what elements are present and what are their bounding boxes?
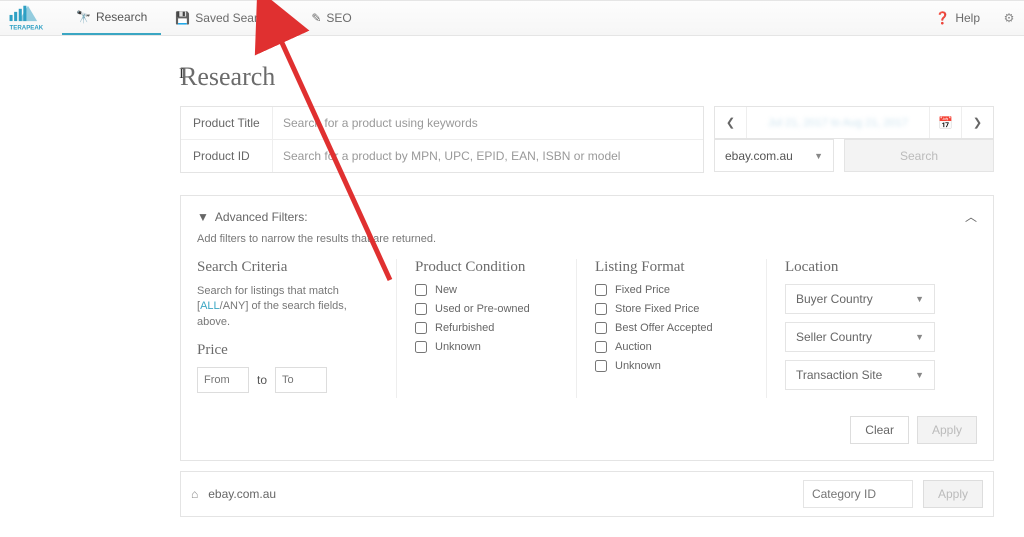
date-range-picker: ❮ Jul 21, 2017 to Aug 21, 2017 📅 ❯	[714, 106, 994, 139]
location-heading: Location	[785, 259, 959, 276]
text-cursor-icon: I	[179, 66, 184, 83]
search-button[interactable]: Search	[844, 139, 994, 172]
collapse-button[interactable]: ︿	[965, 208, 977, 225]
nav-help-label: Help	[955, 11, 980, 25]
filter-icon: ▼	[197, 210, 209, 224]
home-icon[interactable]: ⌂	[191, 487, 198, 501]
date-range-display[interactable]: Jul 21, 2017 to Aug 21, 2017	[747, 107, 929, 138]
price-to-word: to	[257, 373, 267, 387]
price-heading: Price	[197, 342, 378, 359]
clear-button[interactable]: Clear	[850, 416, 909, 444]
advanced-filters-title: Advanced Filters:	[215, 210, 308, 224]
format-store-fixed[interactable]: Store Fixed Price	[595, 303, 748, 315]
help-icon: ❓	[935, 11, 950, 25]
settings-button[interactable]: ⚙	[994, 1, 1024, 35]
page-title: Research	[180, 62, 994, 92]
nav-saved-label: Saved Searches	[195, 11, 283, 25]
category-bar: ⌂ ebay.com.au Apply	[180, 471, 994, 517]
match-any-link[interactable]: ANY	[223, 300, 246, 312]
gear-icon: ⚙	[1004, 11, 1015, 25]
search-fields-panel: Product Title Product ID	[180, 106, 704, 173]
advanced-filters-subtitle: Add filters to narrow the results that a…	[197, 233, 977, 245]
svg-text:TERAPEAK: TERAPEAK	[10, 25, 44, 32]
nav-research-label: Research	[96, 10, 147, 24]
product-title-input[interactable]	[273, 107, 703, 139]
condition-heading: Product Condition	[415, 259, 558, 276]
caret-down-icon: ▼	[915, 370, 924, 380]
pencil-icon: ✎	[311, 11, 321, 25]
nav-seo[interactable]: ✎ SEO	[297, 1, 365, 35]
nav-research[interactable]: 🔭 Research	[62, 1, 161, 35]
product-id-label: Product ID	[181, 140, 273, 172]
condition-column: Product Condition New Used or Pre-owned …	[397, 259, 577, 398]
seller-country-dropdown[interactable]: Seller Country▼	[785, 322, 935, 352]
condition-refurbished[interactable]: Refurbished	[415, 322, 558, 334]
date-next-button[interactable]: ❯	[961, 107, 993, 138]
format-column: Listing Format Fixed Price Store Fixed P…	[577, 259, 767, 398]
condition-used[interactable]: Used or Pre-owned	[415, 303, 558, 315]
site-selected-label: ebay.com.au	[725, 149, 793, 163]
caret-down-icon: ▼	[814, 151, 823, 161]
nav-saved-searches[interactable]: 💾 Saved Searches	[161, 1, 297, 35]
calendar-icon[interactable]: 📅	[929, 107, 961, 138]
category-id-input[interactable]	[803, 480, 913, 508]
format-fixed[interactable]: Fixed Price	[595, 284, 748, 296]
top-nav: TERAPEAK 🔭Research 💾Saved Searches ✎SEO …	[0, 0, 1024, 36]
apply-filters-button[interactable]: Apply	[917, 416, 977, 444]
format-unknown[interactable]: Unknown	[595, 360, 748, 372]
match-all-link[interactable]: ALL	[200, 300, 220, 312]
condition-unknown[interactable]: Unknown	[415, 341, 558, 353]
condition-new[interactable]: New	[415, 284, 558, 296]
site-dropdown[interactable]: ebay.com.au ▼	[714, 139, 834, 172]
date-prev-button[interactable]: ❮	[715, 107, 747, 138]
search-criteria-column: Search Criteria Search for listings that…	[197, 259, 397, 398]
transaction-site-dropdown[interactable]: Transaction Site▼	[785, 360, 935, 390]
product-title-label: Product Title	[181, 107, 273, 139]
brand-logo: TERAPEAK	[0, 1, 62, 35]
product-id-input[interactable]	[273, 140, 703, 172]
nav-help[interactable]: ❓ Help	[921, 1, 994, 35]
advanced-filters-panel: ▼ Advanced Filters: ︿ Add filters to narr…	[180, 195, 994, 461]
format-heading: Listing Format	[595, 259, 748, 276]
caret-down-icon: ▼	[915, 332, 924, 342]
binoculars-icon: 🔭	[76, 10, 91, 24]
caret-down-icon: ▼	[915, 294, 924, 304]
search-criteria-heading: Search Criteria	[197, 259, 378, 276]
price-to-input[interactable]	[275, 367, 327, 393]
location-column: Location Buyer Country▼ Seller Country▼ …	[767, 259, 977, 398]
crumb-site[interactable]: ebay.com.au	[208, 487, 793, 501]
buyer-country-dropdown[interactable]: Buyer Country▼	[785, 284, 935, 314]
price-from-input[interactable]	[197, 367, 249, 393]
format-auction[interactable]: Auction	[595, 341, 748, 353]
apply-category-button[interactable]: Apply	[923, 480, 983, 508]
format-best-offer[interactable]: Best Offer Accepted	[595, 322, 748, 334]
nav-seo-label: SEO	[326, 11, 351, 25]
save-icon: 💾	[175, 11, 190, 25]
search-criteria-desc: Search for listings that match [ALL/ANY]…	[197, 284, 378, 330]
